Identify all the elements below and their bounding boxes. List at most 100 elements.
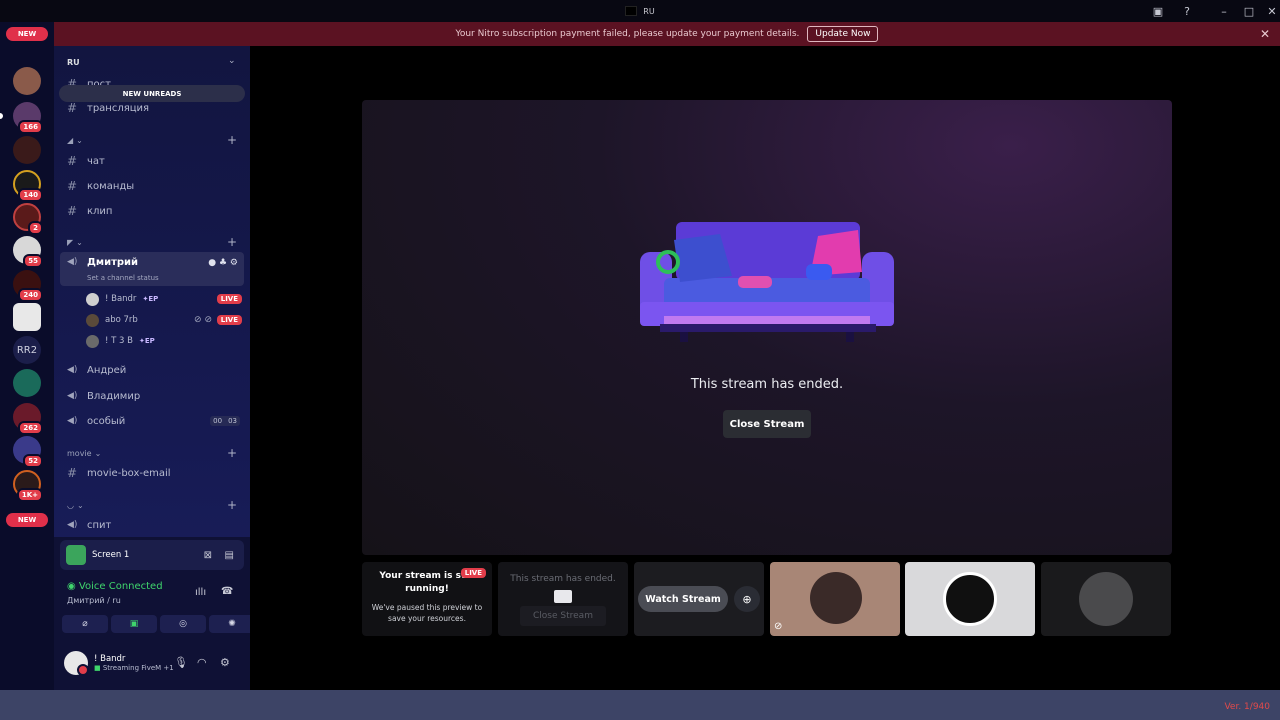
current-user[interactable]: ! Bandr ■ Streaming FiveM +1 [64,647,244,679]
tile-close-stream[interactable]: Close Stream [520,606,606,626]
gear-icon[interactable]: ⚙ [220,656,230,669]
category-collapsed[interactable]: ◢ ⌄ [67,136,83,145]
inbox-icon[interactable]: ▣ [1150,3,1166,19]
server-icon-3[interactable] [13,136,41,164]
channel-komandy[interactable]: # команды [60,175,244,197]
chevron-down-icon: ⌄ [76,501,84,510]
server-icon-11[interactable]: 52 [13,436,43,468]
server-icon-4[interactable]: 140 [13,170,43,202]
speaker-icon: ◀) [67,257,78,267]
voice-channel-osobiy[interactable]: ◀) особый 00 03 [60,410,244,432]
avatar [943,572,997,626]
ep-tag: ✦EP [138,337,155,345]
server-icon-8[interactable] [13,303,41,331]
camera-button[interactable]: ⌀ [62,615,108,633]
category-icon: ◤ [67,238,74,247]
mention-badge: 166 [18,120,43,134]
speaker-icon: ◀) [67,520,78,530]
avatar [810,572,862,624]
participant-tile[interactable]: ⊘ [770,562,900,636]
server-icon-10[interactable]: 262 [13,403,43,435]
stop-share-icon[interactable]: ⊠ [204,550,212,561]
update-now-button[interactable]: Update Now [807,26,879,42]
mention-badge: 1K+ [16,488,43,502]
minimize-icon[interactable]: – [1216,3,1232,19]
dismiss-notice-icon[interactable]: ✕ [1260,27,1270,41]
channel-actions[interactable]: ● ♣ ⚙ [208,258,238,268]
taskbar [0,690,1280,720]
maximize-icon[interactable]: □ [1241,3,1257,19]
add-channel-icon[interactable]: + [227,446,237,460]
category-icon: ◢ [67,136,74,145]
screen-share-bar[interactable]: Screen 1 ⊠ ▤ [60,540,244,570]
soundboard-icon: ✺ [228,619,236,629]
voice-channel-dmitriy[interactable]: ◀) Дмитрий ● ♣ ⚙ Set a channel status [60,252,244,286]
voice-user[interactable]: ! Bandr ✦EP LIVE [86,290,242,308]
voice-user[interactable]: ! T 3 B ✦EP [86,332,242,350]
new-badge-bottom[interactable]: NEW [6,513,48,527]
server-icon-rr2[interactable]: RR2 [13,336,41,364]
running-subtitle: We've paused this preview to save your r… [371,603,483,623]
voice-user[interactable]: abo 7rb ⊘ ⊘ LIVE [86,311,242,329]
new-badge-top[interactable]: NEW [6,27,48,41]
camera-off-icon: ⊘ [774,621,783,632]
participant-tile[interactable] [1041,562,1171,636]
gear-icon: ⚙ [229,258,238,268]
voice-channel-andrey[interactable]: ◀) Андрей [60,359,244,381]
stream-running-tile[interactable]: Your stream is still running! We've paus… [362,562,492,636]
voice-connected-label[interactable]: ◉ Voice Connected [67,581,163,592]
user-limit-badge: 00 03 [210,416,240,426]
chevron-down-icon[interactable]: ⌄ [228,56,236,66]
noise-suppression-icon[interactable]: ıllı [195,587,206,598]
settings-icon[interactable]: ▤ [225,550,234,561]
server-icon-9[interactable] [13,369,41,397]
unread-pill [0,113,3,119]
hash-icon: # [67,204,78,218]
headphones-icon[interactable]: ◠ [197,656,207,669]
server-icon-6[interactable]: 55 [13,236,43,268]
channel-status-prompt[interactable]: Set a channel status [87,274,159,282]
server-icon-5[interactable]: 2 [13,203,43,235]
user-panel: Screen 1 ⊠ ▤ ◉ Voice Connected Дмитрий /… [54,537,255,690]
ended-preview-tile[interactable]: This stream has ended. Close Stream [498,562,628,636]
voice-channel-spit[interactable]: ◀) спит [60,514,244,536]
category-collapsed[interactable]: ◤ ⌄ [67,238,83,247]
disconnect-icon[interactable]: ☎ [221,586,233,597]
help-icon[interactable]: ? [1179,3,1195,19]
add-stream-icon[interactable]: ⊕ [734,586,760,612]
user-name: ! Bandr [94,654,126,664]
channel-movie-box-email[interactable]: # movie-box-email [60,462,244,484]
speaker-icon: ◀) [67,391,78,401]
live-badge: LIVE [216,315,242,325]
participant-tile[interactable] [905,562,1035,636]
server-icon-12[interactable]: 1K+ [13,470,43,502]
watch-stream-button[interactable]: Watch Stream [638,586,728,612]
add-channel-icon[interactable]: + [227,498,237,512]
server-name[interactable]: RU [67,58,80,67]
new-unreads-pill[interactable]: NEW UNREADS [59,85,245,102]
add-channel-icon[interactable]: + [227,235,237,249]
channel-klip[interactable]: # клип [60,200,244,222]
watch-stream-tile[interactable]: Watch Stream ⊕ [634,562,764,636]
mention-badge: 140 [18,188,43,202]
activity-button[interactable]: ◎ [160,615,206,633]
server-icon-1[interactable] [13,67,41,95]
microphone-icon[interactable]: 🎙 [174,656,188,669]
screen-thumbnail [66,545,86,565]
voice-channel-vladimir[interactable]: ◀) Владимир [60,385,244,407]
monitor-icon [554,590,572,603]
soundboard-button[interactable]: ✺ [209,615,255,633]
server-icon-2[interactable]: 166 [13,102,43,134]
screen-label: Screen 1 [92,550,130,560]
add-channel-icon[interactable]: + [227,133,237,147]
category-movie[interactable]: movie ⌄ [67,449,101,458]
voice-location[interactable]: Дмитрий / ru [67,596,121,605]
mention-badge: 52 [23,454,43,468]
close-stream-button[interactable]: Close Stream [723,410,811,438]
gamepad-icon: ◎ [179,619,187,629]
category-collapsed[interactable]: ◡ ⌄ [67,501,84,510]
channel-chat[interactable]: # чат [60,150,244,172]
server-icon-7[interactable]: 240 [13,270,43,302]
close-window-icon[interactable]: ✕ [1264,3,1280,19]
share-screen-button[interactable]: ▣ [111,615,157,633]
